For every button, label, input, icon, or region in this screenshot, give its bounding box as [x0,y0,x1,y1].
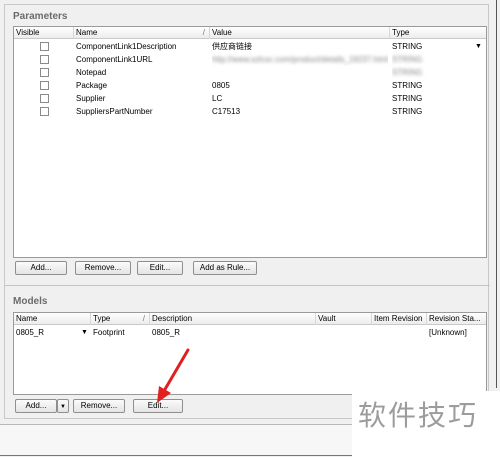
visible-checkbox[interactable] [40,107,49,116]
parameter-name: ComponentLink1Description [76,42,177,51]
parameter-type[interactable]: STRING [392,92,472,105]
annotation-arrow-icon [157,348,190,403]
parameter-name: Notepad [76,68,107,77]
parameter-name: Supplier [76,94,106,103]
parameter-value[interactable] [212,66,388,79]
col-header-name[interactable]: Name / [74,27,210,39]
model-name: 0805_R [16,328,45,337]
col-header-name-label: Name [76,28,98,37]
sort-indicator-icon: / [202,28,205,37]
parameter-row[interactable]: Notepad STRING [14,66,486,79]
model-add-button[interactable]: Add... [15,399,57,413]
parameter-type[interactable]: STRING [392,66,472,79]
parameter-name: ComponentLink1URL [76,55,153,64]
sort-indicator-icon: / [142,314,145,323]
parameter-type[interactable]: STRING [392,79,472,92]
param-remove-button[interactable]: Remove... [75,261,131,275]
col-header-model-type[interactable]: Type / [91,313,150,325]
col-header-model-type-label: Type [93,314,111,323]
parameter-value[interactable]: http://www.szlcsc.com/product/details_19… [212,53,388,66]
parameter-row[interactable]: ComponentLink1Description 供应商链接 STRING ▼ [14,40,486,53]
parameter-value[interactable]: C17513 [212,105,388,118]
parameter-value[interactable]: 0805 [212,79,388,92]
visible-checkbox[interactable] [40,42,49,51]
model-revision-state: [Unknown] [429,328,467,337]
parameters-section-title: Parameters [13,11,68,22]
parameter-row[interactable]: ComponentLink1URL http://www.szlcsc.com/p… [14,53,486,66]
watermark-text: 软件技巧 [352,391,500,457]
parameter-value[interactable]: LC [212,92,388,105]
parameters-grid-header: Visible Name / Value Type [14,27,486,39]
model-remove-label: Remove... [80,401,118,410]
bottom-panel-strip [0,424,352,455]
model-row[interactable]: 0805_R ▼ Footprint 0805_R [Unknown] [14,326,486,339]
parameters-grid[interactable]: Visible Name / Value Type ComponentLink1… [13,26,487,258]
parameter-value[interactable]: 供应商链接 [212,40,388,53]
models-grid[interactable]: Name Type / Description Vault Item Revis… [13,312,487,395]
col-header-revision-state[interactable]: Revision Sta... [427,313,486,325]
models-grid-header: Name Type / Description Vault Item Revis… [14,313,486,325]
param-edit-button[interactable]: Edit... [137,261,183,275]
visible-checkbox[interactable] [40,81,49,90]
model-description: 0805_R [152,328,181,337]
parameter-row[interactable]: SuppliersPartNumber C17513 STRING [14,105,486,118]
col-header-vault[interactable]: Vault [316,313,372,325]
visible-checkbox[interactable] [40,68,49,77]
param-add-as-rule-button[interactable]: Add as Rule... [193,261,257,275]
parameter-name: SuppliersPartNumber [76,107,153,116]
param-add-button[interactable]: Add... [15,261,67,275]
param-edit-label: Edit... [149,263,171,272]
model-remove-button[interactable]: Remove... [73,399,125,413]
visible-checkbox[interactable] [40,55,49,64]
models-section-title: Models [13,296,48,307]
model-add-label: Add... [25,401,47,410]
model-vault [318,326,370,339]
col-header-description[interactable]: Description [150,313,316,325]
visible-checkbox[interactable] [40,94,49,103]
col-header-item-revision[interactable]: Item Revision [372,313,427,325]
col-header-visible[interactable]: Visible [14,27,74,39]
parameter-type[interactable]: STRING [392,53,472,66]
param-remove-label: Remove... [84,263,122,272]
parameter-type[interactable]: STRING [392,40,472,53]
col-header-type[interactable]: Type [390,27,486,39]
model-type: Footprint [93,328,125,337]
chevron-down-icon: ▼ [60,404,66,410]
model-item-revision [374,326,426,339]
model-add-dropdown-button[interactable]: ▼ [57,399,69,413]
parameter-row[interactable]: Supplier LC STRING [14,92,486,105]
parameter-row[interactable]: Package 0805 STRING [14,79,486,92]
col-header-value[interactable]: Value [210,27,390,39]
window-edge-line [496,0,497,388]
col-header-model-name[interactable]: Name [14,313,91,325]
param-add-label: Add... [30,263,52,272]
parameter-type[interactable]: STRING [392,105,472,118]
parameter-name: Package [76,81,108,90]
component-properties-panel: Parameters Visible Name / Value Type Com… [4,4,490,419]
model-name-dropdown-icon[interactable]: ▼ [81,326,88,339]
type-dropdown-arrow-icon[interactable]: ▼ [475,40,482,53]
param-add-as-rule-label: Add as Rule... [199,263,251,272]
section-divider [5,285,490,286]
